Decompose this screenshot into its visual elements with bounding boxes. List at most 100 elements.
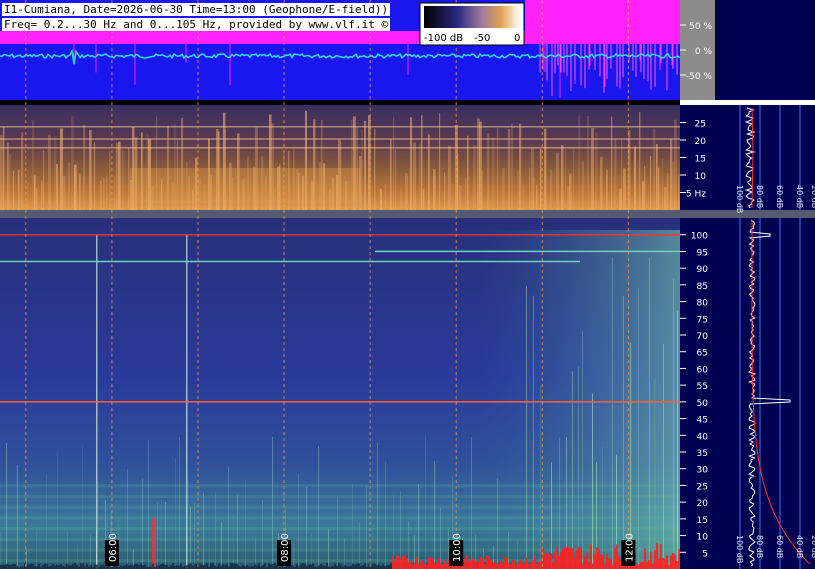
bottom-noise-bar xyxy=(648,560,650,569)
waveform-tick-label: 50 % xyxy=(689,22,712,32)
bottom-noise-bar xyxy=(6,563,8,569)
bottom-noise-bar xyxy=(132,565,134,569)
high-streak xyxy=(90,534,91,569)
bottom-noise-bar xyxy=(464,558,466,569)
high-tick-label: 90 xyxy=(697,265,709,275)
high-streak xyxy=(673,278,674,569)
bottom-noise-bar xyxy=(474,560,476,569)
spectrum-low-db-label: 60 dB xyxy=(775,185,784,208)
low-streak xyxy=(374,128,376,210)
bottom-noise-bar xyxy=(258,563,260,569)
bottom-noise-bar xyxy=(538,562,540,569)
low-streak xyxy=(444,172,446,210)
low-streak xyxy=(114,175,116,210)
bottom-noise-bar xyxy=(478,562,480,569)
bottom-noise-bar xyxy=(572,548,574,569)
bottom-noise-bar xyxy=(554,551,556,569)
high-streak xyxy=(623,295,624,569)
high-tick-label: 40 xyxy=(697,432,709,442)
bottom-noise-bar xyxy=(410,560,412,569)
high-streak xyxy=(293,542,294,569)
bottom-noise-bar xyxy=(162,563,164,569)
high-streak xyxy=(649,257,650,569)
low-horizontal-line xyxy=(0,126,680,128)
low-streak xyxy=(395,149,397,210)
axis-separator xyxy=(680,210,715,218)
low-streak xyxy=(63,175,66,210)
low-streak xyxy=(0,134,3,210)
high-streak xyxy=(318,446,319,569)
bottom-noise-bar xyxy=(394,561,396,569)
bottom-noise-bar xyxy=(52,563,54,569)
low-streak xyxy=(611,116,613,210)
high-streak xyxy=(311,533,312,569)
bottom-noise-bar xyxy=(396,555,398,569)
bottom-noise-bar xyxy=(242,565,244,569)
time-label: 08:00 xyxy=(280,533,291,562)
high-streak xyxy=(408,521,409,569)
panel-separator xyxy=(0,210,680,218)
low-streak xyxy=(600,157,603,210)
spectrum-top-background xyxy=(715,0,815,100)
low-streak xyxy=(662,158,664,210)
high-streak xyxy=(385,461,386,569)
bottom-noise-bar xyxy=(322,565,324,569)
low-streak xyxy=(667,173,669,210)
low-streak xyxy=(561,145,564,210)
high-streak xyxy=(298,473,299,569)
low-streak xyxy=(413,142,416,210)
bottom-noise-bar xyxy=(604,564,606,569)
bottom-noise-bar xyxy=(200,564,202,569)
low-streak xyxy=(519,123,522,210)
bottom-noise-bar xyxy=(492,562,494,569)
spectrum-high-db-label: 100 dB xyxy=(735,535,744,563)
bottom-noise-bar xyxy=(304,563,306,569)
high-streak xyxy=(638,288,639,569)
bottom-noise-bar xyxy=(56,564,58,569)
high-streak xyxy=(161,500,162,569)
bottom-noise-bar xyxy=(210,563,212,569)
bottom-noise-bar xyxy=(576,549,578,569)
high-streak xyxy=(127,468,128,569)
bottom-noise-bar xyxy=(510,564,512,569)
bottom-noise-bar xyxy=(378,564,380,569)
high-streak xyxy=(440,508,441,569)
bottom-noise-bar xyxy=(636,563,638,569)
bottom-noise-bar xyxy=(176,565,178,569)
bottom-noise-bar xyxy=(226,563,228,569)
low-tick-label: 25 xyxy=(695,120,706,130)
bottom-noise-bar xyxy=(652,564,654,569)
colorbar-tick-min: -100 dB xyxy=(424,33,463,44)
high-streak xyxy=(418,483,419,569)
high-tick-label: 50 xyxy=(697,399,709,409)
high-tick-label: 30 xyxy=(697,466,709,476)
low-streak xyxy=(511,123,514,210)
low-streak xyxy=(18,170,20,210)
high-streak xyxy=(359,522,360,569)
bottom-noise-bar xyxy=(14,564,16,569)
high-streak xyxy=(57,452,58,569)
low-streak xyxy=(587,115,589,210)
bottom-noise-bar xyxy=(164,564,166,569)
high-streak xyxy=(602,447,603,569)
bottom-noise-bar xyxy=(674,554,676,569)
low-streak xyxy=(556,152,559,210)
bottom-noise-bar xyxy=(556,546,558,569)
high-streak xyxy=(203,492,204,569)
low-streak xyxy=(448,146,451,210)
low-streak xyxy=(32,120,35,210)
bottom-noise-bar xyxy=(670,555,672,569)
bottom-noise-bar xyxy=(290,565,292,569)
high-tick-label: 15 xyxy=(697,516,708,526)
bottom-noise-bar xyxy=(524,562,526,569)
low-streak xyxy=(106,176,108,210)
bottom-noise-bar xyxy=(638,564,640,569)
colorbar: -100 dB -50 0 xyxy=(419,2,525,46)
bottom-noise-bar xyxy=(494,561,496,569)
bottom-noise-bar xyxy=(236,563,238,569)
bottom-noise-bar xyxy=(264,563,266,569)
bottom-noise-bar xyxy=(482,558,484,569)
low-tick-label: 10 xyxy=(695,172,707,182)
bottom-noise-bar xyxy=(406,558,408,569)
bottom-noise-bar xyxy=(642,561,644,569)
